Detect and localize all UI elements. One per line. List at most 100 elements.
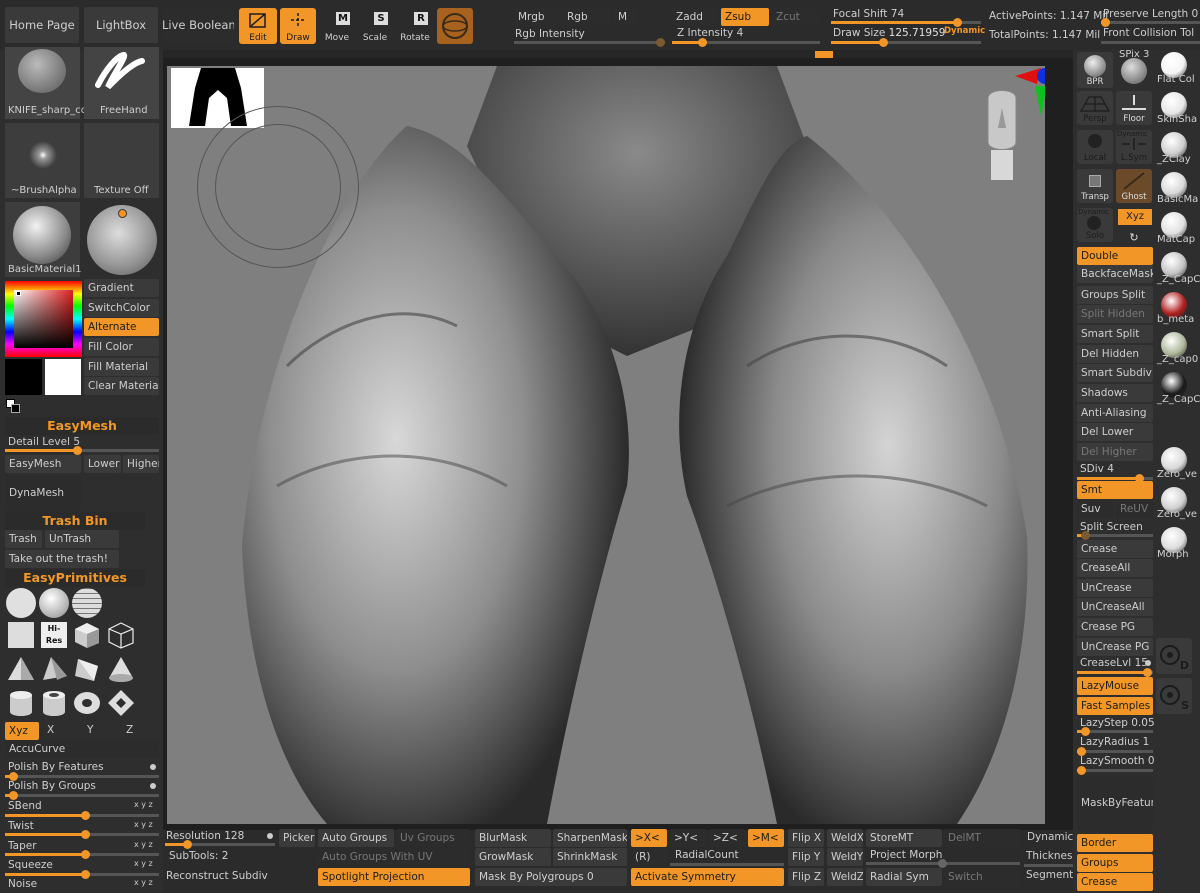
uncrease-pg-button[interactable]: UnCrease PG xyxy=(1077,638,1153,656)
z-intensity-slider[interactable] xyxy=(672,38,820,47)
mask-by-polygroups-button[interactable]: Mask By Polygroups 0 xyxy=(475,868,627,886)
fast-samples-button[interactable]: Fast Samples xyxy=(1077,697,1153,715)
accucurve-button[interactable]: AccuCurve xyxy=(5,740,159,758)
weld-z-button[interactable]: WeldZ xyxy=(827,868,863,886)
mrgb-button[interactable]: Mrgb xyxy=(514,8,562,26)
swap-colors-icon[interactable] xyxy=(6,399,20,413)
reuv-button[interactable]: ReUV xyxy=(1116,500,1153,518)
rgb-intensity-slider[interactable] xyxy=(514,38,665,47)
del-higher-button[interactable]: Del Higher xyxy=(1077,443,1153,461)
untrash-button[interactable]: UnTrash xyxy=(45,530,119,548)
twist-slider[interactable] xyxy=(5,830,159,839)
sym-z-button[interactable]: >Z< xyxy=(709,829,745,847)
backfacemask-button[interactable]: BackfaceMask xyxy=(1077,265,1153,283)
tube-icon[interactable] xyxy=(39,688,69,718)
alpha-thumb[interactable]: ~BrushAlpha xyxy=(5,123,80,198)
shrinkmask-button[interactable]: ShrinkMask xyxy=(553,848,627,866)
uncrease-button[interactable]: UnCrease xyxy=(1077,579,1153,597)
main-color-swatch[interactable] xyxy=(5,359,42,395)
z-axis-button[interactable]: Z xyxy=(126,724,133,736)
plane-icon[interactable] xyxy=(8,622,34,648)
activate-symmetry-button[interactable]: Activate Symmetry xyxy=(631,868,784,886)
growmask-button[interactable]: GrowMask xyxy=(475,848,551,866)
secondary-color-swatch[interactable] xyxy=(45,359,81,395)
axis-gizmo-icon[interactable] xyxy=(1013,66,1045,126)
texture-thumb[interactable]: Texture Off xyxy=(84,123,159,198)
rgb-button[interactable]: Rgb xyxy=(563,8,611,26)
matcap-preview[interactable] xyxy=(84,202,159,277)
floor-button[interactable]: Floor xyxy=(1116,91,1152,125)
sym-m-button[interactable]: >M< xyxy=(748,829,784,847)
x-axis-button[interactable]: X xyxy=(47,724,54,736)
picker-button[interactable]: Picker xyxy=(279,829,315,847)
tetra-icon[interactable] xyxy=(39,654,69,684)
blurmask-button[interactable]: BlurMask xyxy=(475,829,551,847)
take-out-trash-button[interactable]: Take out the trash! xyxy=(5,550,119,568)
solo-button[interactable]: Dynamic Solo xyxy=(1077,208,1113,242)
zsub-button[interactable]: Zsub xyxy=(721,8,769,26)
draw-size-slider[interactable] xyxy=(831,38,981,47)
xyz-axis-button[interactable]: Xyz xyxy=(5,722,39,740)
cube-icon[interactable] xyxy=(72,620,102,650)
zcut-button[interactable]: Zcut xyxy=(772,8,818,26)
shelf-s-button[interactable]: S xyxy=(1156,678,1192,714)
sphere-shaded-icon[interactable] xyxy=(39,588,69,618)
dynamic-label[interactable]: Dynamic xyxy=(1027,831,1073,843)
switch-button[interactable]: Switch xyxy=(944,868,1020,886)
creaselvl-slider[interactable] xyxy=(1077,668,1153,677)
higher-button[interactable]: Higher xyxy=(123,455,159,473)
zadd-button[interactable]: Zadd xyxy=(672,8,718,26)
thickness-slider[interactable] xyxy=(1024,864,1073,867)
radial-r-button[interactable]: (R) xyxy=(631,848,667,866)
lightbox-button[interactable]: LightBox xyxy=(84,7,158,43)
fill-material-button[interactable]: Fill Material xyxy=(84,358,159,376)
switchcolor-button[interactable]: SwitchColor xyxy=(84,299,159,317)
taper-slider[interactable] xyxy=(5,850,159,859)
sharpenmask-button[interactable]: SharpenMask xyxy=(553,829,627,847)
m-button[interactable]: M xyxy=(614,8,638,26)
trash-button[interactable]: Trash xyxy=(5,530,42,548)
local-button[interactable]: Local xyxy=(1077,130,1113,164)
detail-level-slider[interactable] xyxy=(5,446,159,455)
smart-subdiv-button[interactable]: Smart Subdiv xyxy=(1077,364,1153,382)
sdiv-slider[interactable] xyxy=(1077,474,1153,483)
transp-button[interactable]: Transp xyxy=(1077,169,1113,203)
y-axis-button[interactable]: Y xyxy=(87,724,93,736)
color-saturation-square[interactable] xyxy=(14,290,73,348)
sym-x-button[interactable]: >X< xyxy=(631,829,667,847)
bpr-button[interactable]: BPR xyxy=(1077,52,1113,88)
prism-icon[interactable] xyxy=(72,654,102,684)
shelf-d-button[interactable]: D xyxy=(1156,638,1192,674)
color-picker[interactable] xyxy=(5,281,82,357)
viewport-canvas[interactable] xyxy=(167,66,1045,824)
torus-icon[interactable] xyxy=(72,688,102,718)
border-button[interactable]: Border xyxy=(1077,834,1153,852)
weld-x-button[interactable]: WeldX xyxy=(827,829,863,847)
brush-thumb-freehand[interactable]: FreeHand xyxy=(84,47,159,119)
crease-toggle-button[interactable]: Crease xyxy=(1077,873,1153,891)
wire-cube-icon[interactable] xyxy=(106,620,136,650)
maskbyfeature-button[interactable]: MaskByFeature xyxy=(1077,776,1153,831)
reconstruct-subdiv-button[interactable]: Reconstruct Subdiv xyxy=(166,870,268,882)
split-screen-slider[interactable] xyxy=(1077,531,1153,540)
del-hidden-button[interactable]: Del Hidden xyxy=(1077,345,1153,363)
auto-groups-uv-button[interactable]: Auto Groups With UV xyxy=(318,848,470,866)
squeeze-slider[interactable] xyxy=(5,870,159,879)
rotate-button[interactable]: R Rotate xyxy=(397,8,433,44)
flip-z-button[interactable]: Flip Z xyxy=(788,868,824,886)
ring-icon[interactable] xyxy=(106,688,136,718)
resolution-slider[interactable] xyxy=(165,840,275,849)
split-hidden-button[interactable]: Split Hidden xyxy=(1077,305,1153,323)
crease-pg-button[interactable]: Crease PG xyxy=(1077,618,1153,636)
easymesh-button[interactable]: EasyMesh xyxy=(5,455,81,473)
gyro-button[interactable] xyxy=(437,8,473,44)
dynamic-badge[interactable]: Dynamic xyxy=(944,26,985,36)
flip-x-button[interactable]: Flip X xyxy=(788,829,824,847)
clear-material-button[interactable]: Clear Material xyxy=(84,377,159,395)
project-morph-slider[interactable] xyxy=(866,859,1020,868)
sym-y-button[interactable]: >Y< xyxy=(670,829,706,847)
material-thumb[interactable]: BasicMaterial1 xyxy=(5,202,81,277)
hires-plane-icon[interactable]: Hi-Res xyxy=(41,622,67,648)
live-boolean-button[interactable]: Live Boolean xyxy=(162,7,234,43)
del-lower-button[interactable]: Del Lower xyxy=(1077,423,1153,441)
